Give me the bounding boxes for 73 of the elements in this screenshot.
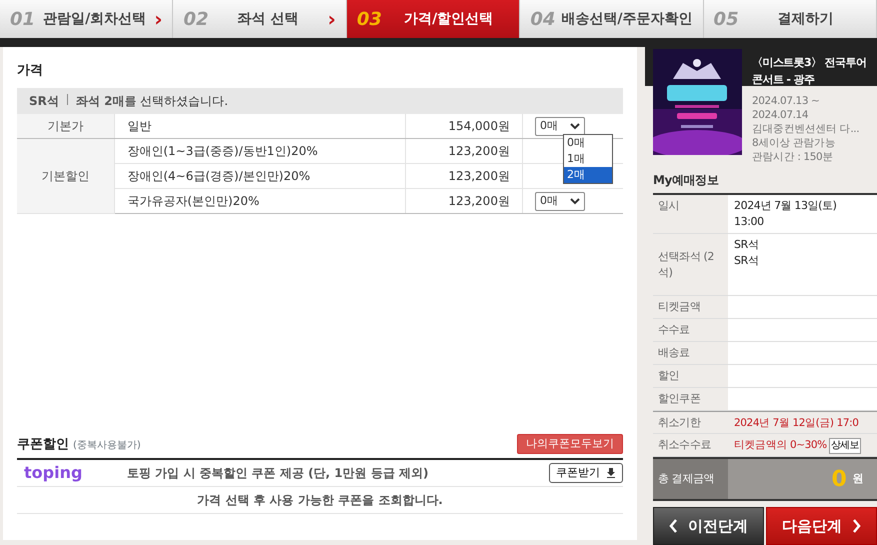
price-value: 123,200원 <box>406 188 522 214</box>
info-value: SR석 <box>734 237 760 253</box>
get-coupon-button[interactable]: 쿠폰받기 <box>549 463 623 483</box>
price-category: 기본가 <box>17 114 115 138</box>
price-value: 123,200원 <box>406 164 522 188</box>
step-label: 가격/할인선택 <box>403 10 494 28</box>
selection-notice: 좌석 2매를 선택하셨습니다. <box>76 94 228 108</box>
dropdown-option[interactable]: 0매 <box>564 134 612 150</box>
show-period: 2024.07.13 ~ 2024.07.14 <box>752 94 820 122</box>
info-label: 수수료 <box>657 322 691 338</box>
quantity-select[interactable]: 0매 <box>534 192 585 211</box>
step-tab[interactable]: 04 배송선택/주문자확인 <box>520 0 704 38</box>
show-runtime: 관람시간 : 150분 <box>752 150 834 164</box>
show-venue: 김대중컨벤션센터 다... <box>752 122 860 136</box>
show-title: 〈미스트롯3〉 전국투어 콘서트 - 광주 <box>752 55 868 88</box>
step-label: 좌석 선택 <box>236 10 300 28</box>
details-button[interactable]: 상세보 <box>828 438 861 454</box>
info-label: 배송료 <box>657 345 691 361</box>
info-value: SR석 <box>734 253 760 269</box>
step-tab[interactable]: 01 관람일/회차선택 › <box>0 0 174 38</box>
dropdown-option[interactable]: 2매 <box>564 166 612 182</box>
dropdown-option[interactable]: 1매 <box>564 150 612 166</box>
coupon-message: 가격 선택 후 사용 가능한 쿠폰을 조회합니다. <box>196 492 444 509</box>
step-label: 관람일/회차선택 <box>42 10 148 28</box>
booking-title: My예매정보 <box>652 172 720 189</box>
coupon-title: 쿠폰할인 <box>17 436 69 452</box>
price-value: 123,200원 <box>406 138 522 164</box>
info-label: 취소수수료 <box>657 437 712 453</box>
chevron-left-icon <box>669 519 678 533</box>
price-name: 국가유공자(본인만)20% <box>114 188 406 214</box>
price-value: 154,000원 <box>406 114 522 138</box>
price-name: 일반 <box>114 114 406 138</box>
quantity-select[interactable]: 0매 <box>534 116 585 136</box>
price-name: 장애인(4~6급(경증)/본인만)20% <box>114 164 406 188</box>
currency-unit: 원 <box>852 470 863 487</box>
step-arrow: › <box>328 6 336 33</box>
total-label: 총 결제금액 <box>653 459 728 499</box>
info-label: 할인쿠폰 <box>657 391 702 407</box>
chevron-down-icon <box>570 197 580 206</box>
price-name: 장애인(1~3급(중증)/동반1인)20% <box>114 138 406 164</box>
info-label: 취소기한 <box>657 415 702 431</box>
toping-logo: toping <box>23 462 84 484</box>
step-number: 01 <box>10 8 36 32</box>
step-tab[interactable]: 05 결제하기 <box>704 0 877 38</box>
step-tab[interactable]: 03 가격/할인선택 <box>346 0 520 38</box>
info-value: 2024년 7월 13일(토) 13:00 <box>734 198 838 230</box>
step-number: 02 <box>183 8 209 32</box>
info-value: 2024년 7월 12일(금) 17:0 <box>734 416 860 431</box>
step-label: 배송선택/주문자확인 <box>561 10 693 28</box>
chevron-down-icon <box>570 122 580 130</box>
my-coupons-button[interactable]: 나의쿠폰모두보기 <box>517 434 623 454</box>
step-number: 03 <box>356 8 382 32</box>
previous-step-button[interactable]: 이전단계 <box>653 507 764 545</box>
show-age: 8세이상 관람가능 <box>752 136 836 150</box>
info-label: 할인 <box>657 368 680 384</box>
info-label: 일시 <box>657 198 680 214</box>
coupon-note: (중복사용불가) <box>73 440 141 450</box>
step-tab[interactable]: 02 좌석 선택 › <box>173 0 347 38</box>
info-value: 티켓금액의 0~30% <box>734 439 827 451</box>
coupon-promo: 토핑 가입 시 중복할인 쿠폰 제공 (단, 1만원 등급 제외) <box>127 465 430 482</box>
step-arrow: › <box>154 6 162 33</box>
chevron-right-icon <box>852 519 861 533</box>
next-step-button[interactable]: 다음단계 <box>766 507 877 545</box>
total-amount: 0 <box>831 466 846 494</box>
step-label: 결제하기 <box>776 10 834 28</box>
seat-grade: SR석 <box>29 94 59 108</box>
step-number: 05 <box>714 8 739 32</box>
info-label: 티켓금액 <box>657 299 702 315</box>
section-title: 가격 <box>17 62 44 80</box>
step-number: 04 <box>530 8 556 32</box>
info-label: 선택좌석 (2석) <box>657 248 715 280</box>
price-category: 기본할인 <box>17 138 115 214</box>
download-icon <box>606 468 616 478</box>
